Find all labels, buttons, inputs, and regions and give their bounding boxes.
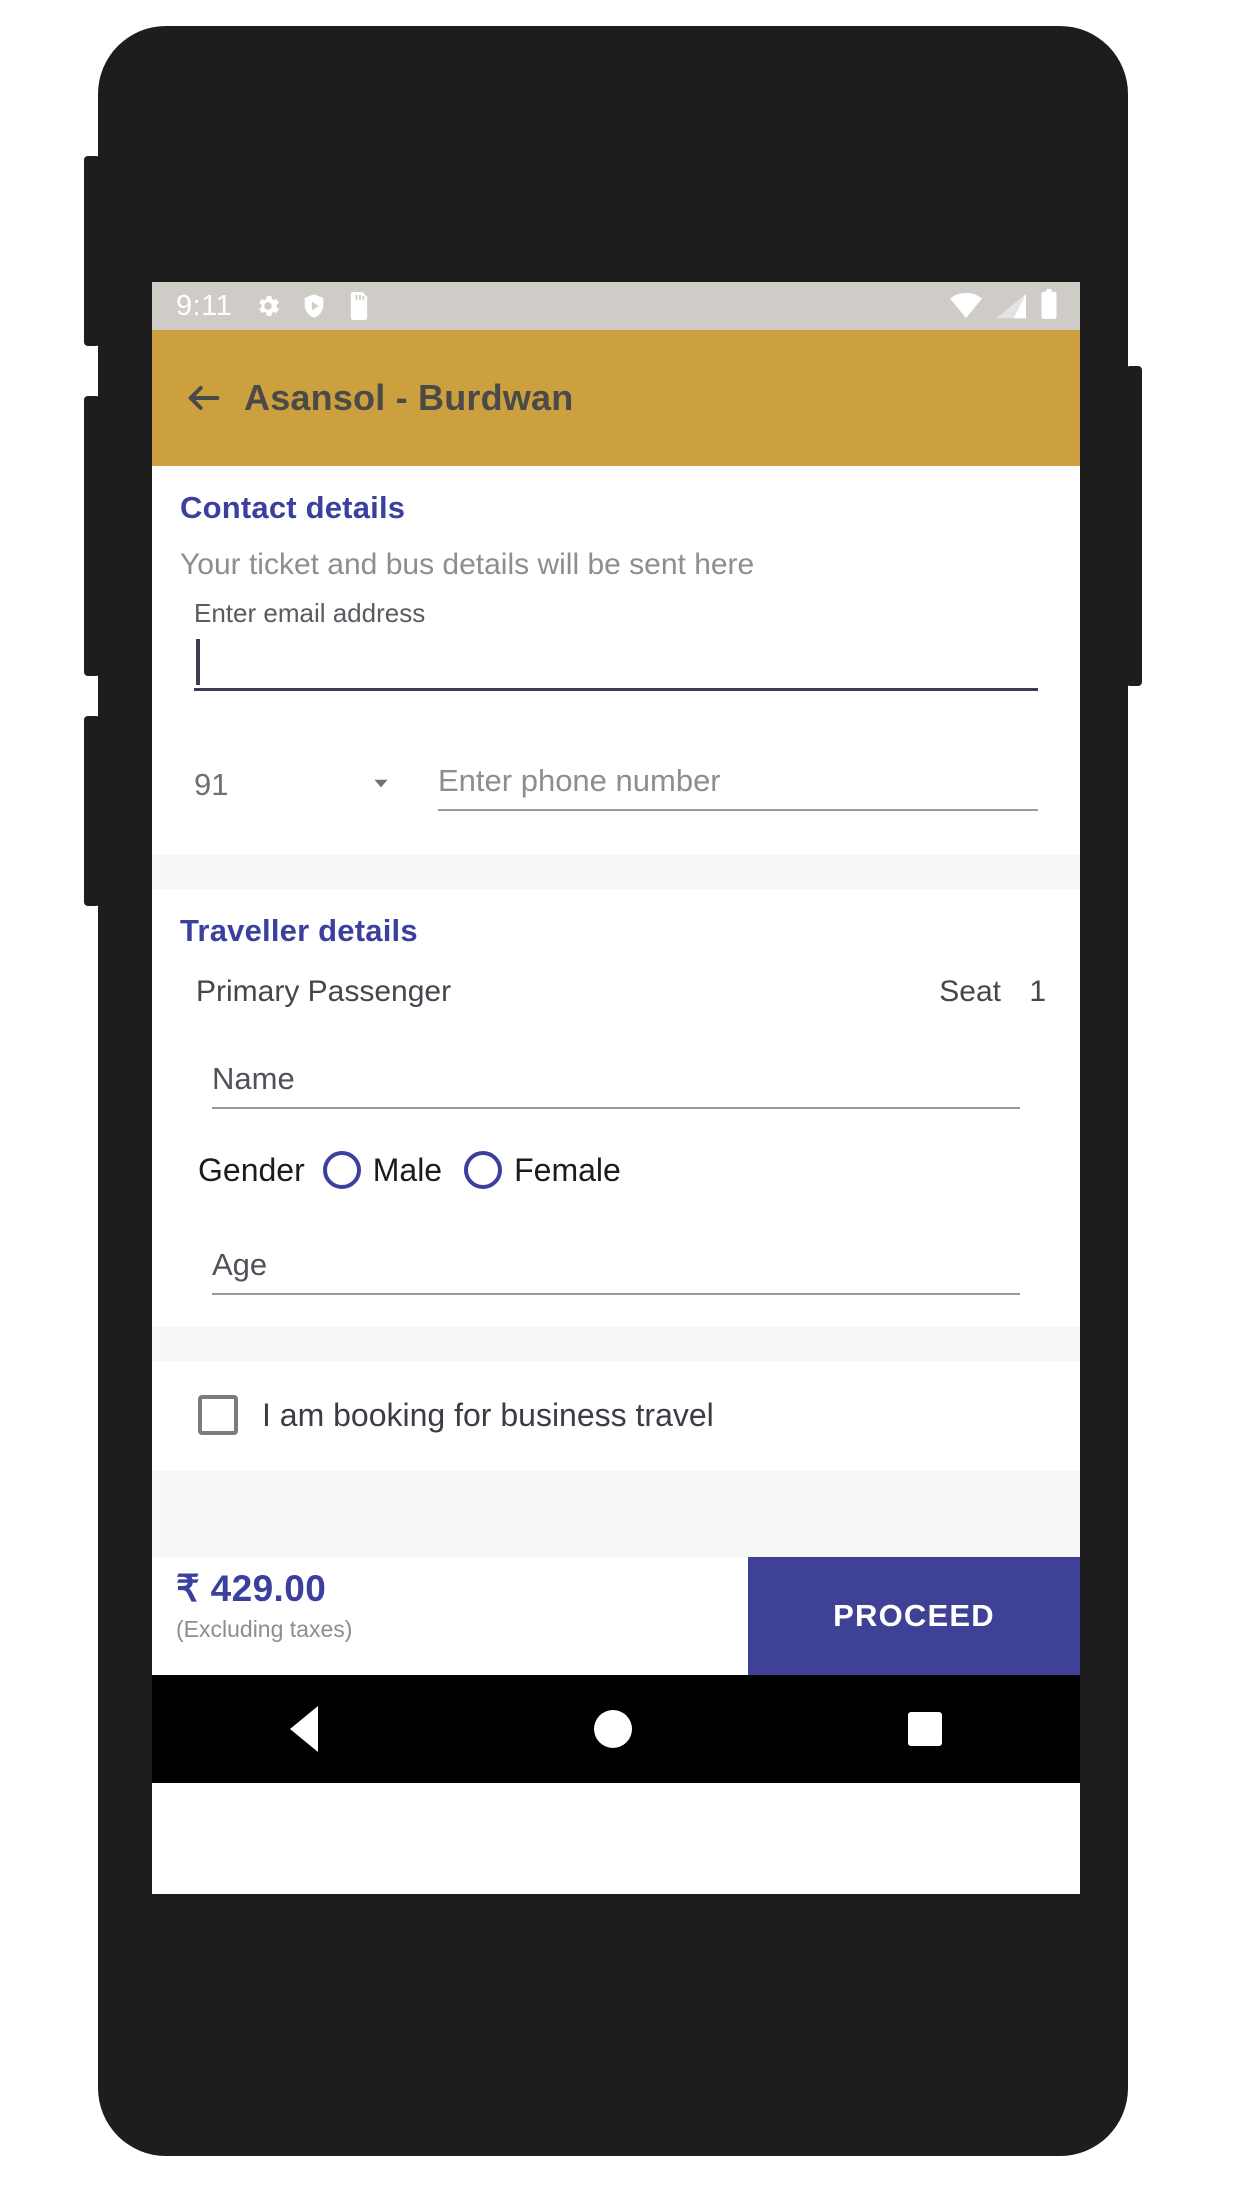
gender-radio-female[interactable] bbox=[464, 1151, 503, 1189]
volume-up-button[interactable] bbox=[84, 156, 100, 346]
nav-home-icon[interactable] bbox=[594, 1710, 632, 1748]
content-area: Contact details Your ticket and bus deta… bbox=[152, 466, 1080, 1557]
seat-number: 1 bbox=[1029, 975, 1046, 1008]
name-placeholder: Name bbox=[212, 1061, 295, 1096]
business-travel-checkbox[interactable] bbox=[198, 1395, 238, 1435]
proceed-button[interactable]: PROCEED bbox=[748, 1557, 1080, 1675]
primary-passenger-label: Primary Passenger bbox=[196, 975, 452, 1008]
price-block: ₹ 429.00 (Excluding taxes) bbox=[152, 1557, 748, 1675]
chevron-down-icon bbox=[368, 770, 394, 801]
price-tax-note: (Excluding taxes) bbox=[176, 1616, 353, 1642]
android-nav-bar bbox=[152, 1675, 1080, 1783]
email-field-underline bbox=[194, 688, 1038, 691]
business-travel-label: I am booking for business travel bbox=[262, 1396, 714, 1433]
total-price: ₹ 429.00 bbox=[176, 1568, 327, 1609]
contact-details-card: Contact details Your ticket and bus deta… bbox=[152, 466, 1080, 855]
gear-icon bbox=[254, 292, 282, 320]
volume-down-button[interactable] bbox=[84, 396, 100, 676]
name-input[interactable]: Name bbox=[212, 1047, 1020, 1109]
cellular-signal-icon bbox=[996, 293, 1026, 324]
nav-back-icon[interactable] bbox=[290, 1706, 318, 1752]
page-title: Asansol - Burdwan bbox=[244, 377, 574, 418]
status-bar-right-icons bbox=[950, 288, 1058, 324]
phone-field-underline bbox=[438, 809, 1038, 811]
back-arrow-icon[interactable] bbox=[184, 378, 224, 418]
section-divider-2 bbox=[152, 1327, 1080, 1361]
age-field-group: Age bbox=[212, 1233, 1020, 1295]
status-bar: 9:11 bbox=[152, 282, 1080, 330]
bottom-bar: ₹ 429.00 (Excluding taxes) PROCEED bbox=[152, 1557, 1080, 1675]
section-divider-1 bbox=[152, 855, 1080, 889]
content-filler bbox=[152, 1471, 1080, 1557]
email-field[interactable] bbox=[194, 629, 1038, 691]
name-field-underline bbox=[212, 1107, 1020, 1109]
power-button[interactable] bbox=[84, 716, 100, 906]
side-button-right[interactable] bbox=[1126, 366, 1142, 686]
wifi-icon bbox=[950, 292, 982, 324]
gender-label-female[interactable]: Female bbox=[514, 1152, 621, 1189]
gender-radio-male[interactable] bbox=[322, 1151, 361, 1189]
nav-recents-icon[interactable] bbox=[908, 1712, 942, 1746]
email-text-caret bbox=[196, 639, 200, 685]
age-field-underline bbox=[212, 1293, 1020, 1295]
play-shield-icon bbox=[300, 292, 328, 320]
age-input[interactable]: Age bbox=[212, 1233, 1020, 1295]
email-field-label: Enter email address bbox=[194, 598, 426, 628]
contact-details-subtitle: Your ticket and bus details will be sent… bbox=[180, 548, 755, 581]
gender-label-male[interactable]: Male bbox=[373, 1152, 442, 1189]
sd-card-icon bbox=[346, 292, 372, 320]
seat-label: Seat bbox=[939, 975, 1001, 1008]
country-code-select[interactable]: 91 bbox=[194, 767, 394, 811]
age-placeholder: Age bbox=[212, 1247, 268, 1282]
phone-number-input[interactable]: Enter phone number bbox=[438, 749, 1038, 811]
name-field-group: Name bbox=[212, 1047, 1020, 1109]
contact-details-heading: Contact details bbox=[180, 490, 406, 525]
gender-row: Gender Male Female bbox=[180, 1109, 1052, 1189]
country-code-value: 91 bbox=[194, 767, 229, 802]
app-bar: Asansol - Burdwan bbox=[152, 330, 1080, 466]
phone-row: 91 Enter phone number bbox=[180, 691, 1052, 855]
phone-number-placeholder: Enter phone number bbox=[438, 763, 721, 798]
phone-screen: 9:11 Asansol - Burdwan Contact details Y… bbox=[152, 282, 1080, 1894]
seat-info: Seat 1 bbox=[939, 975, 1046, 1009]
traveller-details-card: Traveller details Primary Passenger Seat… bbox=[152, 889, 1080, 1327]
passenger-header-row: Primary Passenger Seat 1 bbox=[180, 975, 1052, 1009]
battery-icon bbox=[1040, 288, 1058, 324]
status-time: 9:11 bbox=[176, 289, 233, 322]
email-field-group: Enter email address bbox=[194, 598, 1038, 691]
gender-label: Gender bbox=[198, 1151, 305, 1188]
traveller-card-bottom-spacer bbox=[180, 1295, 1052, 1327]
business-travel-card[interactable]: I am booking for business travel bbox=[152, 1361, 1080, 1471]
traveller-details-heading: Traveller details bbox=[180, 913, 418, 948]
